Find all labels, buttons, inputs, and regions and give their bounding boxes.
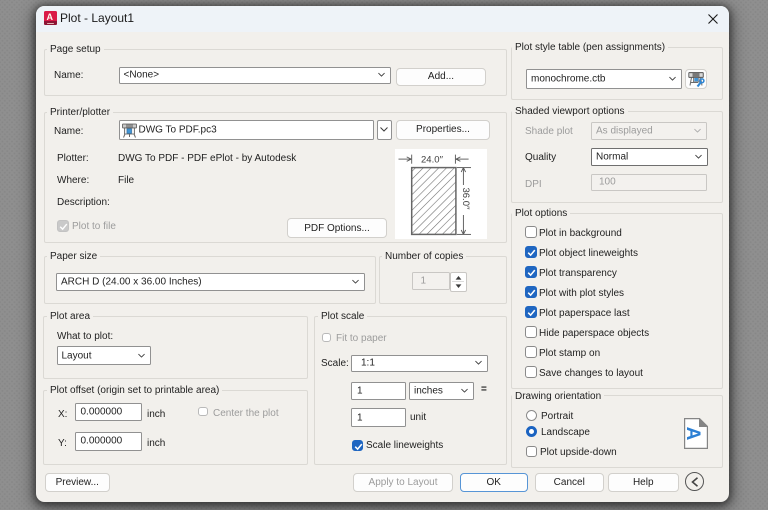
svg-text:A: A [684, 427, 703, 441]
svg-text:24.0′′: 24.0′′ [421, 154, 443, 165]
svg-text:36.0′′: 36.0′′ [460, 188, 471, 210]
